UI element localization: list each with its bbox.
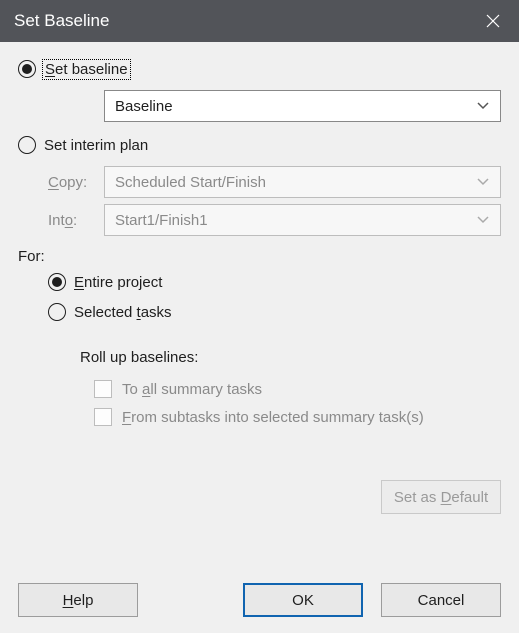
radio-icon [48,273,66,291]
for-group: Entire project Selected tasks [18,273,501,333]
radio-icon [18,136,36,154]
into-row: Into: Start1/Finish1 [48,204,501,236]
copy-row: Copy: Scheduled Start/Finish [48,166,501,198]
baseline-select-row: Baseline [18,90,501,122]
default-row: Set as Default [18,480,501,514]
dialog-window: Set Baseline Set baseline Baseline Set i… [0,0,519,633]
rollup-group: Roll up baselines: To all summary tasks … [18,349,501,436]
check-all-summary-label: To all summary tasks [122,381,262,398]
interim-group: Copy: Scheduled Start/Finish Into: Start… [18,160,501,242]
help-button[interactable]: Help [18,583,138,617]
rollup-title: Roll up baselines: [80,349,501,366]
dialog-content: Set baseline Baseline Set interim plan C… [0,42,519,633]
radio-set-baseline[interactable]: Set baseline [18,60,501,78]
for-label: For: [18,248,501,265]
radio-set-baseline-label: Set baseline [44,61,129,78]
close-button[interactable] [467,0,519,42]
chevron-down-icon [476,174,490,191]
into-select: Start1/Finish1 [104,204,501,236]
close-icon [486,14,500,28]
radio-entire-project-label: Entire project [74,274,162,291]
checkbox-icon [94,380,112,398]
radio-icon [18,60,36,78]
radio-icon [48,303,66,321]
radio-set-interim-label: Set interim plan [44,137,148,154]
radio-set-interim[interactable]: Set interim plan [18,136,501,154]
dialog-title: Set Baseline [14,11,467,31]
set-as-default-button: Set as Default [381,480,501,514]
checkbox-icon [94,408,112,426]
titlebar: Set Baseline [0,0,519,42]
check-all-summary: To all summary tasks [94,380,501,398]
baseline-select[interactable]: Baseline [104,90,501,122]
radio-selected-tasks-label: Selected tasks [74,304,172,321]
into-label: Into: [48,212,104,229]
copy-select: Scheduled Start/Finish [104,166,501,198]
copy-label: Copy: [48,174,104,191]
chevron-down-icon [476,212,490,229]
button-row: Help OK Cancel [18,559,501,617]
ok-button[interactable]: OK [243,583,363,617]
baseline-select-value: Baseline [115,98,173,115]
radio-entire-project[interactable]: Entire project [48,273,501,291]
copy-select-value: Scheduled Start/Finish [115,174,266,191]
check-from-subtasks: From subtasks into selected summary task… [94,408,501,426]
into-select-value: Start1/Finish1 [115,212,208,229]
chevron-down-icon [476,98,490,115]
check-from-subtasks-label: From subtasks into selected summary task… [122,409,424,426]
radio-selected-tasks[interactable]: Selected tasks [48,303,501,321]
cancel-button[interactable]: Cancel [381,583,501,617]
